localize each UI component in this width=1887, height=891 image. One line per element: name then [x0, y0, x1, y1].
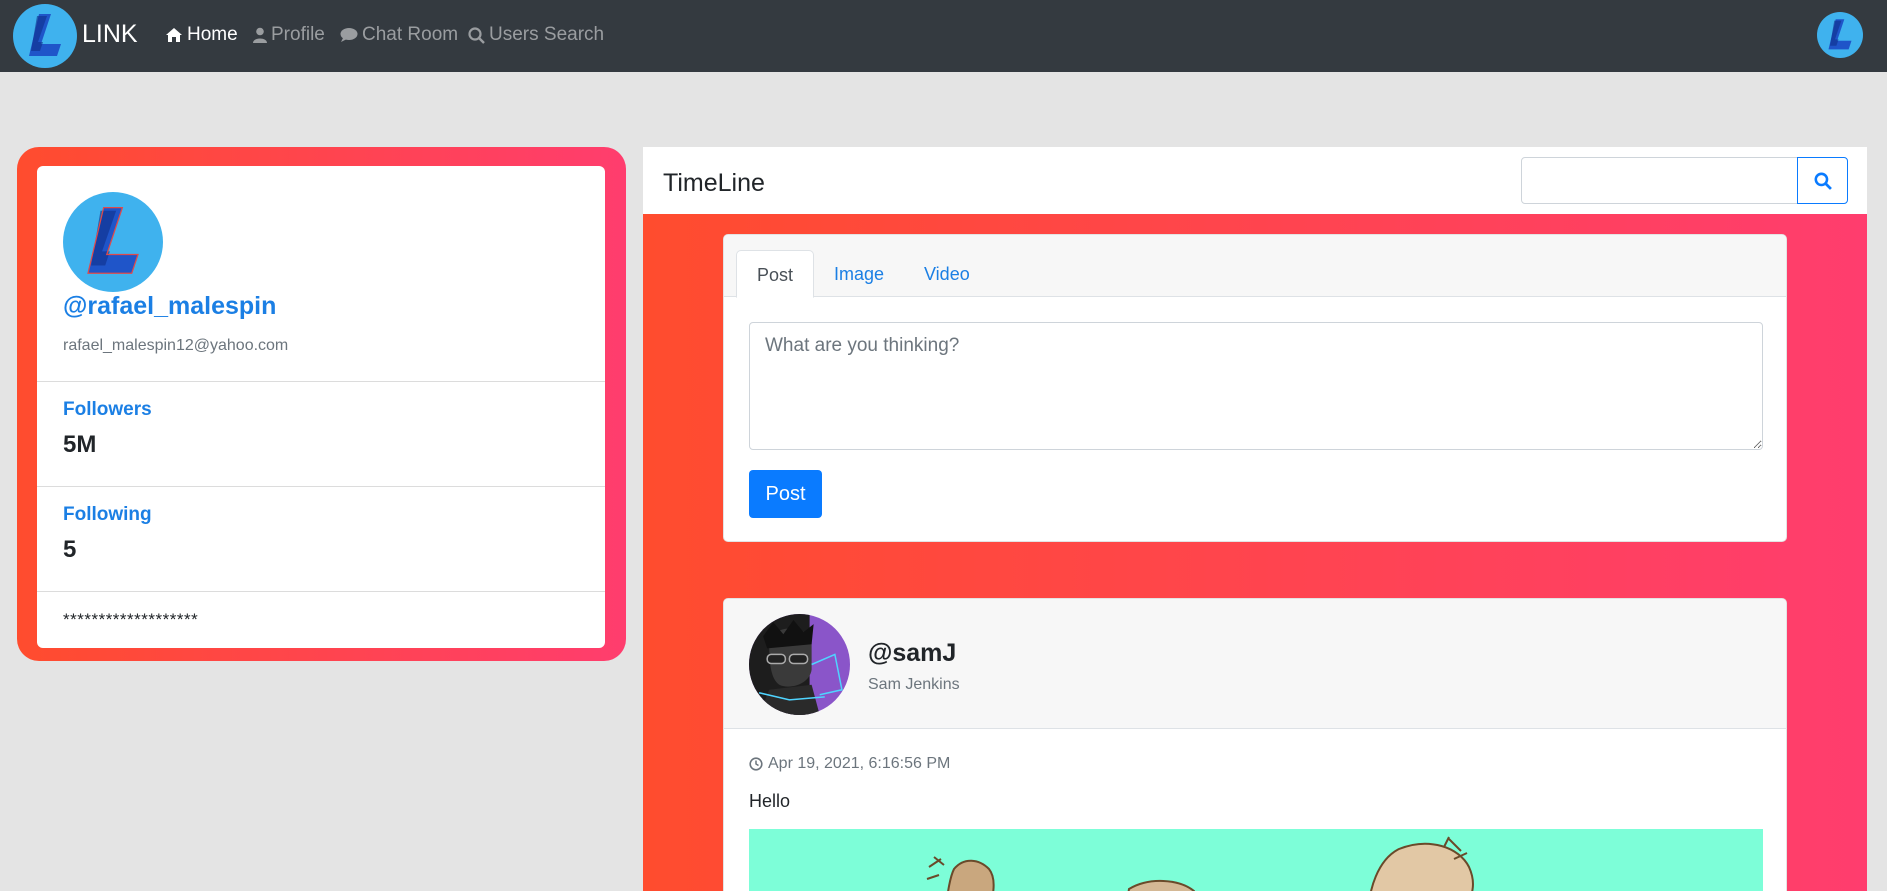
- navbar: LINK Home Profile Chat Room Users Search: [0, 0, 1887, 72]
- comment-icon: [340, 28, 358, 42]
- nav-profile-label: Profile: [271, 24, 325, 45]
- profile-username[interactable]: @rafael_malespin: [63, 292, 276, 321]
- brand-name[interactable]: LINK: [82, 20, 138, 49]
- post-timestamp-text: Apr 19, 2021, 6:16:56 PM: [768, 755, 951, 772]
- profile-panel: @rafael_malespin rafael_malespin12@yahoo…: [17, 147, 626, 661]
- feed-post: @samJ Sam Jenkins Apr 19, 2021, 6:16:56 …: [723, 598, 1787, 891]
- home-icon: [166, 28, 182, 42]
- divider: [37, 381, 605, 382]
- followers-label[interactable]: Followers: [63, 399, 152, 421]
- following-count: 5: [63, 536, 77, 563]
- search-icon: [1814, 172, 1832, 190]
- user-avatar-icon[interactable]: [1817, 12, 1863, 58]
- post-author-avatar[interactable]: [749, 614, 850, 715]
- nav-users-search[interactable]: Users Search: [468, 24, 604, 46]
- post-textarea[interactable]: [749, 322, 1763, 450]
- nav-home[interactable]: Home: [165, 24, 238, 46]
- nav-home-label: Home: [187, 24, 238, 45]
- timeline-search-button[interactable]: [1797, 157, 1848, 204]
- clock-icon: [749, 757, 763, 771]
- post-author-handle[interactable]: @samJ: [868, 639, 956, 668]
- tab-post[interactable]: Post: [736, 250, 815, 298]
- nav-chat-room[interactable]: Chat Room: [340, 24, 458, 46]
- tab-image[interactable]: Image: [814, 250, 904, 298]
- timeline-panel: TimeLine Post Image Video Post: [643, 147, 1867, 891]
- profile-bio: *******************: [63, 610, 199, 629]
- tab-video[interactable]: Video: [904, 250, 990, 298]
- search-icon: [468, 26, 485, 44]
- timeline-title: TimeLine: [663, 169, 765, 197]
- post-body-text: Hello: [749, 791, 791, 811]
- post-timestamp: Apr 19, 2021, 6:16:56 PM: [749, 755, 950, 773]
- composer-tabs: Post Image Video: [724, 235, 1786, 298]
- nav-profile[interactable]: Profile: [253, 24, 325, 46]
- post-image-art: [926, 836, 1474, 891]
- post-composer: Post Image Video Post: [723, 234, 1787, 542]
- followers-count: 5M: [63, 431, 97, 458]
- post-header: @samJ Sam Jenkins: [724, 599, 1786, 729]
- profile-avatar: [63, 192, 163, 292]
- timeline-feed: Post Image Video Post: [643, 214, 1867, 891]
- link-logo-icon[interactable]: [13, 4, 77, 68]
- profile-email: rafael_malespin12@yahoo.com: [63, 337, 289, 354]
- following-label[interactable]: Following: [63, 504, 152, 526]
- post-submit-button[interactable]: Post: [749, 470, 822, 518]
- nav-users-search-label: Users Search: [489, 24, 605, 45]
- divider: [37, 591, 605, 592]
- profile-card: @rafael_malespin rafael_malespin12@yahoo…: [37, 166, 605, 648]
- post-author-name: Sam Jenkins: [868, 676, 960, 693]
- user-icon: [253, 27, 267, 43]
- divider: [37, 486, 605, 487]
- timeline-search-input[interactable]: [1521, 157, 1799, 204]
- nav-chat-room-label: Chat Room: [362, 24, 459, 45]
- post-image[interactable]: [749, 829, 1763, 891]
